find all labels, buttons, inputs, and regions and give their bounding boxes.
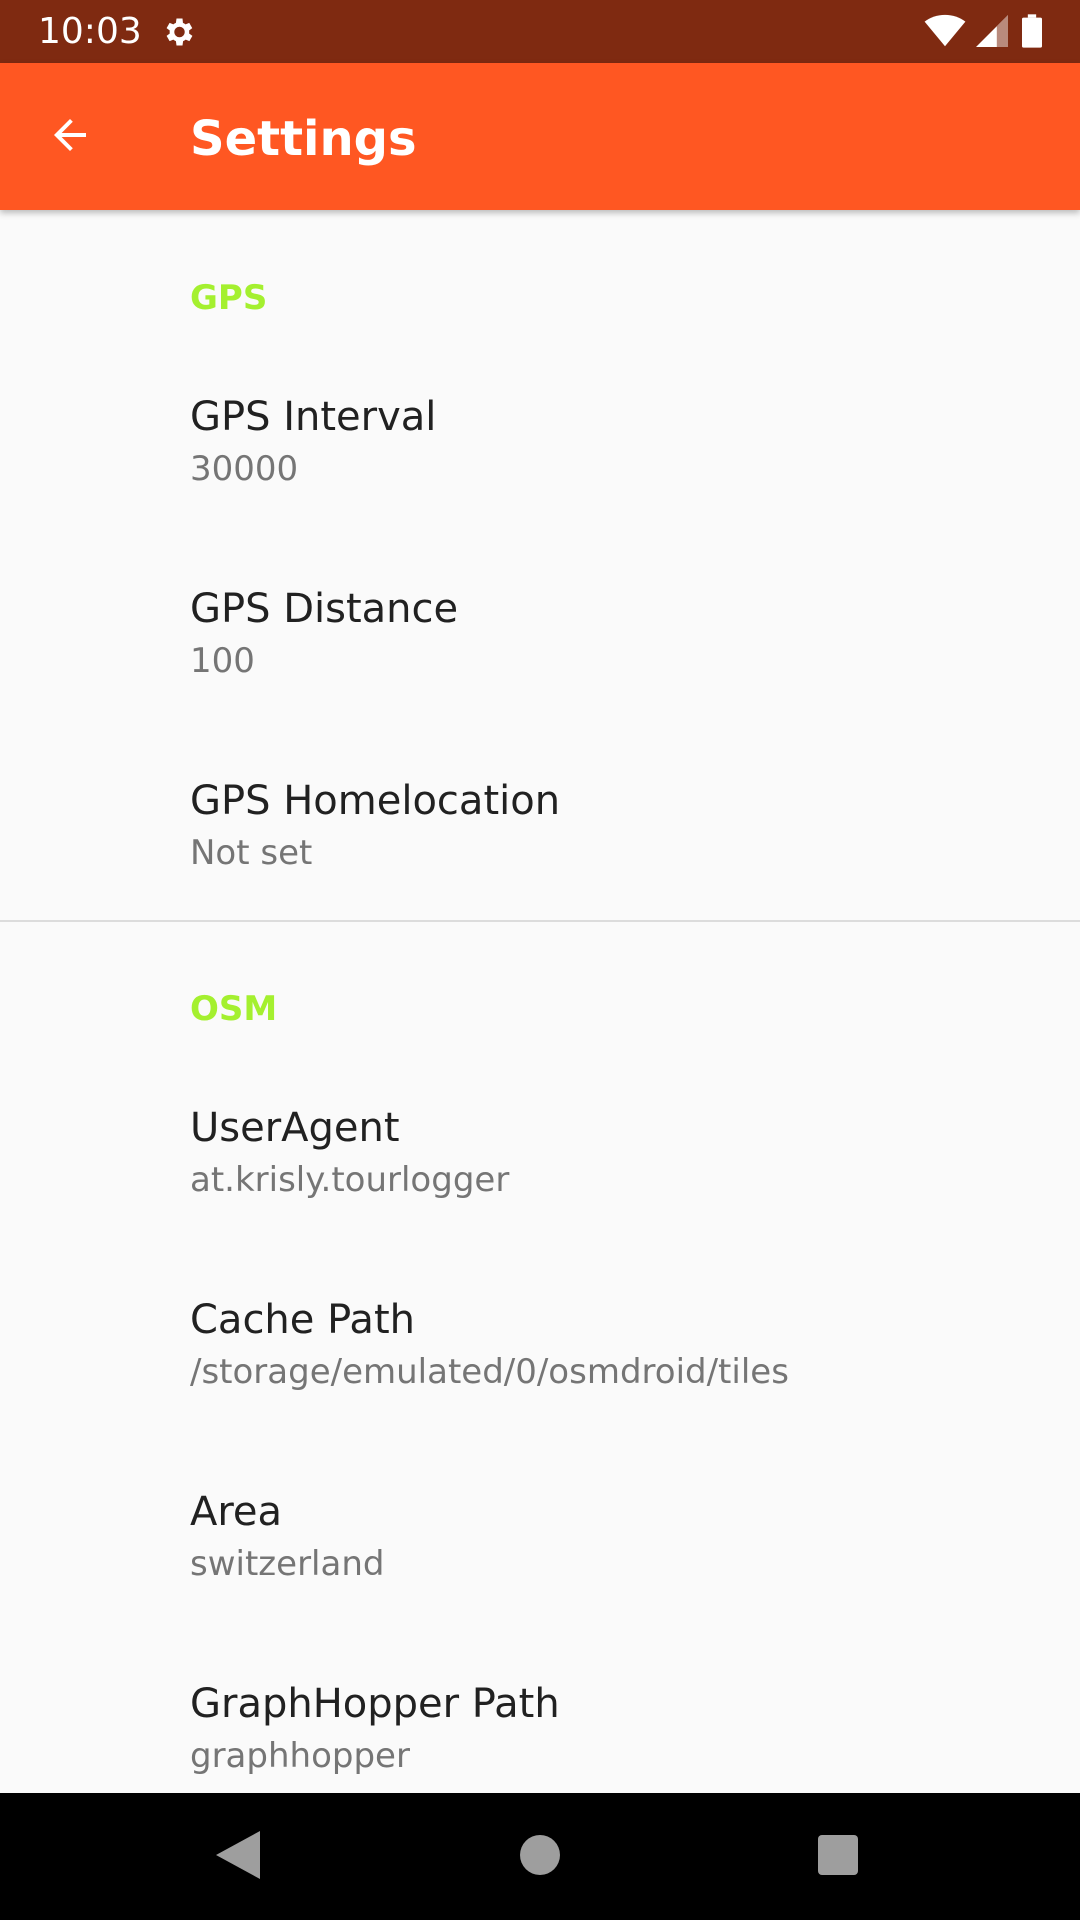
status-time: 10:03 [38,11,142,52]
back-triangle-icon [216,1831,260,1883]
nav-home-button[interactable] [504,1821,576,1893]
pref-title: GPS Homelocation [190,778,561,824]
pref-graphhopper-path[interactable]: GraphHopper Path graphhopper [0,1680,1080,1793]
pref-title: GPS Interval [190,394,437,440]
pref-useragent[interactable]: UserAgent at.krisly.tourlogger [0,1104,1080,1296]
pref-gps-interval[interactable]: GPS Interval 30000 [0,393,1080,585]
cell-signal-icon [976,15,1008,47]
home-circle-icon [520,1835,560,1879]
pref-area[interactable]: Area switzerland [0,1488,1080,1680]
pref-cache-path[interactable]: Cache Path /storage/emulated/0/osmdroid/… [0,1296,1080,1488]
nav-recents-button[interactable] [802,1821,874,1893]
arrow-left-icon [46,111,94,163]
pref-summary: 30000 [190,449,299,489]
preferences-list: GPS GPS Interval 30000 GPS Distance 100 … [0,210,1080,1793]
back-button[interactable] [38,105,102,169]
status-icons [924,14,1042,48]
page-title: Settings [190,111,417,167]
pref-title: GPS Distance [190,586,459,632]
app-bar: Settings [0,63,1080,210]
status-bar: 10:03 [0,0,1080,63]
pref-summary: at.krisly.tourlogger [190,1160,510,1200]
battery-icon [1022,14,1042,48]
pref-summary: Not set [190,833,313,873]
category-title-gps: GPS [190,278,268,318]
pref-summary: 100 [190,641,255,681]
pref-summary: graphhopper [190,1736,410,1776]
pref-title: GraphHopper Path [190,1681,560,1727]
pref-gps-distance[interactable]: GPS Distance 100 [0,585,1080,777]
pref-title: Area [190,1489,283,1535]
pref-title: UserAgent [190,1105,400,1151]
settings-screen: 10:03 Settings GPS GPS Interval 30000 GP… [0,0,1080,1920]
pref-summary: /storage/emulated/0/osmdroid/tiles [190,1352,789,1392]
wifi-icon [924,14,966,48]
pref-gps-homelocation[interactable]: GPS Homelocation Not set [0,777,1080,969]
category-title-osm: OSM [190,989,278,1029]
section-divider [0,920,1080,922]
pref-summary: switzerland [190,1544,385,1584]
pref-title: Cache Path [190,1297,415,1343]
gear-icon [160,14,196,50]
recents-square-icon [818,1835,858,1879]
nav-back-button[interactable] [202,1821,274,1893]
navigation-bar [0,1793,1080,1920]
